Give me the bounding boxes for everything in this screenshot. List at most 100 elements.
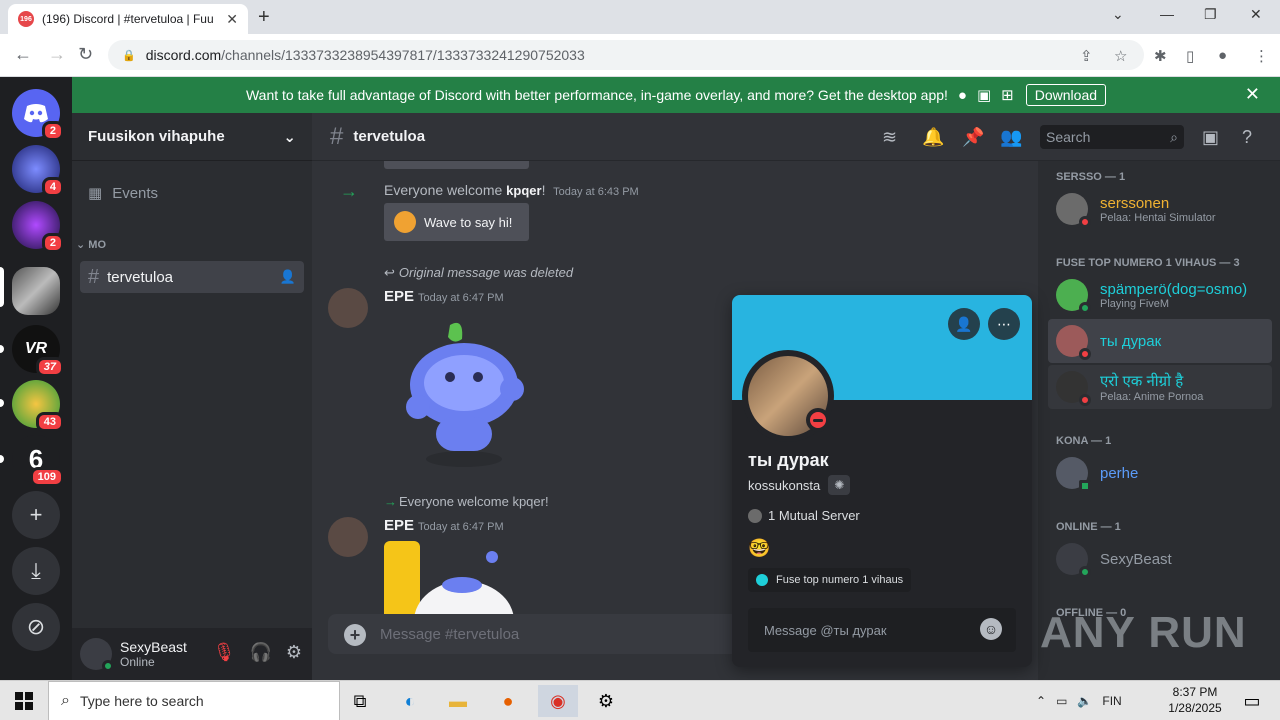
category-header[interactable]: ⌄ MO (76, 238, 106, 251)
timestamp: Today at 6:47 PM (418, 521, 504, 533)
notification-bell-icon[interactable]: 🔔 (922, 127, 944, 148)
avatar[interactable] (328, 517, 368, 557)
timestamp: Today at 6:47 PM (418, 292, 504, 304)
inbox-icon[interactable]: ▣ (1202, 127, 1219, 148)
reply-reference[interactable]: ↩ Original message was deleted (384, 265, 573, 281)
more-options-icon[interactable]: ⋯ (988, 308, 1020, 340)
forward-icon[interactable]: → (48, 44, 66, 65)
windows-start-icon[interactable] (0, 681, 48, 720)
show-hidden-icons-icon[interactable]: ⌃ (1036, 694, 1046, 708)
unread-badge: 2 (41, 121, 64, 141)
member-group-header: FUSE TOP NUMERO 1 VIHAUS — 3 (1056, 257, 1240, 269)
reload-icon[interactable]: ↻ (78, 44, 93, 65)
invite-icon[interactable]: 👤 (280, 269, 296, 285)
avatar[interactable] (80, 638, 114, 672)
maximize-icon[interactable]: ❐ (1204, 6, 1217, 23)
server-icon[interactable]: VR 37 (12, 325, 64, 377)
settings-icon[interactable]: ⚙ (586, 685, 626, 717)
close-window-icon[interactable]: ✕ (1250, 6, 1262, 23)
badge-icon[interactable]: ✺ (828, 475, 851, 495)
add-server-icon[interactable]: + (12, 491, 60, 539)
dm-message-input[interactable]: Message @ты дурак ☺ (748, 608, 1016, 652)
system-tray: ⌃ ▭ 🔈 FIN (1036, 681, 1122, 720)
extensions-icon[interactable]: ✱ (1154, 47, 1167, 65)
discord-home-icon[interactable]: 2 (12, 89, 64, 141)
member-activity: Pelaa: Anime Pornoa (1100, 391, 1204, 403)
joined-username[interactable]: kpqer (506, 183, 541, 198)
member-name: ты дурак (1100, 332, 1162, 350)
minimize-icon[interactable]: — (1160, 6, 1174, 22)
chevron-down-icon: ⌄ (283, 128, 296, 146)
task-view-icon[interactable]: ⧉ (340, 685, 380, 717)
back-icon[interactable]: ← (14, 44, 32, 65)
member-item-selected[interactable]: ты дурак (1048, 319, 1272, 363)
events-item[interactable]: ▦ Events (80, 177, 304, 209)
taskbar-search[interactable]: ⌕ Type here to search (48, 681, 340, 720)
server-icon-active[interactable] (12, 267, 60, 315)
avatar[interactable] (742, 350, 834, 442)
menu-icon[interactable]: ⋮ (1254, 47, 1269, 65)
member-item[interactable]: perhe (1048, 451, 1272, 495)
mute-icon[interactable]: 🎙 (213, 642, 236, 663)
new-tab-icon[interactable]: + (258, 6, 270, 29)
emoji-picker-icon[interactable]: ☺ (980, 618, 1002, 640)
input-language[interactable]: FIN (1102, 694, 1121, 708)
channel-item-tervetuloa[interactable]: # tervetuloa 👤 (80, 261, 304, 293)
close-notice-icon[interactable]: ✕ (1245, 84, 1260, 105)
server-header[interactable]: Fuusikon vihapuhe ⌄ (72, 113, 312, 161)
chrome-icon[interactable]: ◉ (538, 685, 578, 717)
member-item[interactable]: serssonen Pelaa: Hentai Simulator (1048, 187, 1272, 231)
avatar[interactable] (328, 288, 368, 328)
wave-button[interactable]: Wave to say hi! (384, 203, 529, 241)
current-username: SexyBeast (120, 639, 187, 655)
search-input[interactable]: Search ⌕ (1040, 125, 1184, 149)
mutual-servers[interactable]: 1 Mutual Server (748, 508, 860, 523)
profile-icon[interactable]: ● (1218, 47, 1227, 64)
member-item[interactable]: spämperö(dog=osmo) Playing FiveM (1048, 273, 1272, 317)
pin-icon[interactable]: 📌 (962, 127, 984, 148)
close-tab-icon[interactable]: ✕ (226, 11, 238, 28)
side-panel-icon[interactable]: ▯ (1186, 47, 1194, 65)
notice-text: Want to take full advantage of Discord w… (245, 87, 948, 103)
upload-plus-icon[interactable]: + (344, 624, 366, 646)
profile-username-row: kossukonsta ✺ (748, 475, 851, 495)
notification-center-icon[interactable]: ▭ (1232, 685, 1272, 717)
explore-servers-icon[interactable]: ⊘ (12, 603, 60, 651)
taskbar-clock[interactable]: 8:37 PM 1/28/2025 (1160, 684, 1230, 716)
add-friend-icon[interactable]: 👤 (948, 308, 980, 340)
tab-search-icon[interactable]: ⌄ (1112, 6, 1124, 23)
member-name: SexyBeast (1100, 550, 1172, 568)
address-bar[interactable]: 🔒 discord.com/channels/13337332389543978… (108, 40, 1144, 70)
server-icon[interactable]: 43 (12, 380, 64, 432)
file-explorer-icon[interactable]: ▬ (438, 685, 478, 717)
server-icon[interactable]: 4 (12, 145, 64, 197)
threads-icon[interactable]: ≋ (882, 127, 897, 148)
avatar (1056, 279, 1091, 314)
reply-reference[interactable]: → Everyone welcome kpqer! (384, 494, 549, 509)
share-icon[interactable]: ⇪ (1080, 47, 1093, 65)
anyrun-watermark: ANY RUN (1040, 608, 1247, 657)
lock-icon: 🔒 (122, 49, 136, 62)
server-icon[interactable]: 6 109 (12, 435, 64, 487)
headphones-icon[interactable]: 🎧 (249, 642, 271, 663)
member-item[interactable]: SexyBeast (1048, 537, 1272, 581)
server-icon (748, 508, 762, 523)
download-button[interactable]: Download (1025, 84, 1107, 106)
avatar (1056, 371, 1091, 406)
server-icon[interactable]: 2 (12, 201, 64, 253)
bookmark-star-icon[interactable]: ☆ (1114, 47, 1127, 65)
system-message: Everyone welcome kpqer! Today at 6:43 PM (384, 182, 639, 198)
firefox-icon[interactable]: ● (488, 685, 528, 717)
browser-tab[interactable]: 196 (196) Discord | #tervetuloa | Fuu ✕ (8, 4, 248, 34)
edge-icon[interactable]: ◐ (390, 685, 430, 717)
gear-icon[interactable]: ⚙ (286, 642, 302, 663)
author-name[interactable]: EPE (384, 288, 414, 305)
volume-icon[interactable]: 🔈 (1077, 694, 1092, 708)
member-item[interactable]: एरो एक नीग्रो है Pelaa: Anime Pornoa (1048, 365, 1272, 409)
help-icon[interactable]: ? (1242, 127, 1252, 148)
author-name[interactable]: EPE (384, 517, 414, 534)
previous-wave-button[interactable] (384, 161, 529, 169)
member-list-icon[interactable]: 👥 (1000, 127, 1022, 148)
network-icon[interactable]: ▭ (1056, 694, 1067, 708)
download-apps-icon[interactable]: ⤓ (12, 547, 60, 595)
